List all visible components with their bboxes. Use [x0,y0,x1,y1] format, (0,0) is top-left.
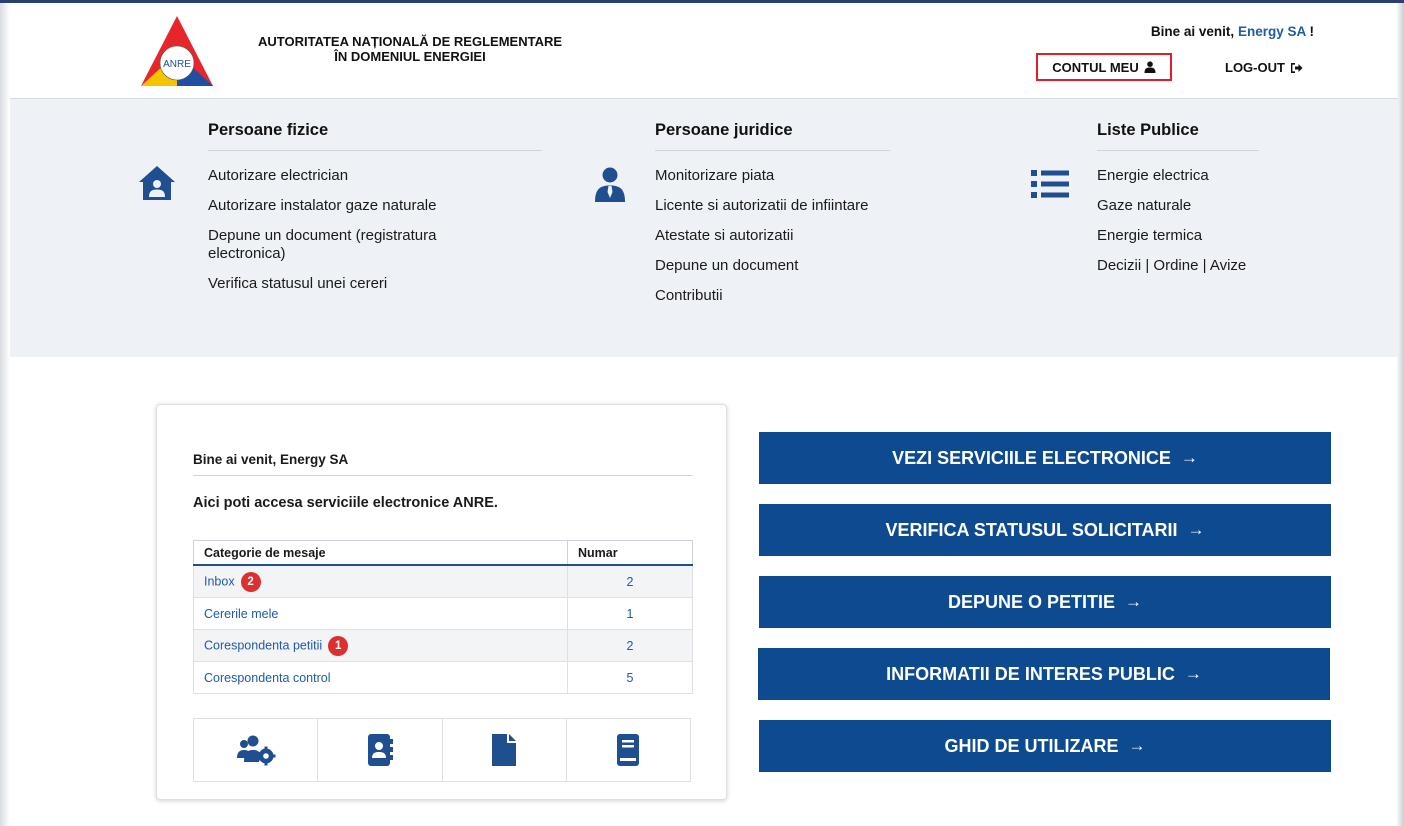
address-book-button[interactable] [318,719,443,781]
nav-link-atestate-autorizatii[interactable]: Atestate si autorizatii [655,227,890,245]
public-information-button[interactable]: INFORMATII DE INTERES PUBLIC → [758,648,1330,700]
card-title: Bine ai venit, Energy SA [193,452,693,476]
welcome-message: Bine ai venit, Energy SA ! [1151,24,1314,39]
nav-column-persoane-fizice: Persoane fizice Autorizare electrician A… [208,121,542,305]
nav-column-liste-publice: Liste Publice Energie electrica Gaze nat… [1097,121,1259,287]
document-button[interactable] [443,719,567,781]
logout-label: LOG-OUT [1225,60,1285,75]
nav-link-decizii-ordine-avize[interactable]: Decizii | Ordine | Avize [1097,257,1259,275]
nav-link-verifica-status[interactable]: Verifica statusul unei cereri [208,275,542,293]
users-settings-icon [236,735,276,766]
welcome-card: Bine ai venit, Energy SA Aici poti acces… [156,404,727,800]
address-book-icon [367,734,393,766]
messages-table: Categorie de mesaje Numar Inbox 2 2 Cerer… [193,540,693,694]
nav-column-persoane-juridice: Persoane juridice Monitorizare piata Lic… [655,121,890,317]
table-row: Inbox 2 2 [193,564,693,598]
row-count-cell: 5 [567,661,693,694]
row-count-cell: 2 [567,564,693,598]
row-category-cell: Inbox 2 [193,564,568,598]
nav-link-autorizare-electrician[interactable]: Autorizare electrician [208,167,542,185]
inbox-link[interactable]: Inbox [204,574,235,588]
welcome-prefix: Bine ai venit, [1150,24,1235,39]
logo-text: ANRE [163,59,191,70]
sign-out-icon [1290,62,1303,73]
my-account-button[interactable]: CONTUL MEU [1036,53,1172,81]
nav-link-contributii[interactable]: Contributii [655,287,890,305]
nav-link-energie-electrica[interactable]: Energie electrica [1097,167,1259,185]
arrow-right-icon: → [1187,520,1205,539]
corespondenta-petitii-link[interactable]: Corespondenta petitii [204,638,322,652]
nav-heading-persoane-fizice: Persoane fizice [208,121,542,151]
button-label: DEPUNE O PETITIE [947,591,1116,612]
book-button[interactable] [567,719,690,781]
nav-link-depune-document[interactable]: Depune un document [655,257,890,275]
org-name-line2: ÎN DOMENIUL ENERGIEI [334,49,486,64]
row-count-cell: 1 [567,597,693,630]
top-border [0,0,1404,3]
table-header-row: Categorie de mesaje Numar [193,540,693,566]
nav-link-licente-autorizatii[interactable]: Licente si autorizatii de infiintare [655,197,890,215]
nav-link-monitorizare-piata[interactable]: Monitorizare piata [655,167,890,185]
nav-link-autorizare-instalator[interactable]: Autorizare instalator gaze naturale [208,197,542,215]
submit-petition-button[interactable]: DEPUNE O PETITIE → [759,576,1331,628]
column-header-category: Categorie de mesaje [193,540,568,566]
logout-button[interactable]: LOG-OUT [1225,60,1303,75]
arrow-right-icon: → [1128,736,1146,755]
list-icon [1031,170,1069,198]
notification-badge: 1 [328,635,349,656]
table-row: Corespondenta control 5 [193,661,693,694]
arrow-right-icon: → [1184,664,1202,683]
navigation-band: Persoane fizice Autorizare electrician A… [10,98,1398,357]
row-category-cell: Corespondenta petitii 1 [193,629,568,662]
button-label: VERIFICA STATUSUL SOLICITARII [885,519,1178,540]
org-name-line1: AUTORITATEA NAȚIONALĂ DE REGLEMENTARE [257,34,563,49]
corespondenta-control-link[interactable]: Corespondenta control [204,671,330,685]
view-electronic-services-button[interactable]: VEZI SERVICIILE ELECTRONICE → [759,432,1331,484]
table-row: Cererile mele 1 [193,597,693,630]
row-count-cell: 2 [567,629,693,662]
user-icon [1144,61,1156,73]
nav-link-gaze-naturale[interactable]: Gaze naturale [1097,197,1259,215]
arrow-right-icon: → [1125,592,1143,611]
my-account-label: CONTUL MEU [1052,59,1139,75]
card-subtitle: Aici poti accesa serviciile electronice … [193,495,498,511]
welcome-suffix: ! [1309,24,1315,39]
nav-heading-persoane-juridice: Persoane juridice [655,121,890,151]
business-person-icon [595,167,625,202]
arrow-right-icon: → [1180,448,1198,467]
quick-actions-row [193,718,691,782]
notification-badge: 2 [240,571,261,592]
button-label: INFORMATII DE INTERES PUBLIC [886,663,1175,684]
cererile-mele-link[interactable]: Cererile mele [204,607,278,621]
anre-logo[interactable]: ANRE [139,14,215,88]
page-left-shadow [0,0,10,826]
row-category-cell: Cererile mele [193,597,568,630]
column-header-count: Numar [567,540,693,566]
check-request-status-button[interactable]: VERIFICA STATUSUL SOLICITARII → [759,504,1331,556]
button-label: VEZI SERVICIILE ELECTRONICE [892,447,1171,468]
users-settings-button[interactable] [194,719,319,781]
user-guide-button[interactable]: GHID DE UTILIZARE → [759,720,1331,772]
house-user-icon [139,166,175,200]
row-category-cell: Corespondenta control [193,661,568,694]
org-name: AUTORITATEA NAȚIONALĂ DE REGLEMENTARE ÎN… [230,34,590,64]
button-label: GHID DE UTILIZARE [944,735,1119,756]
table-row: Corespondenta petitii 1 2 [193,629,693,662]
nav-heading-liste-publice: Liste Publice [1097,121,1259,151]
welcome-user: Energy SA [1237,24,1306,39]
nav-link-depune-document-registratura[interactable]: Depune un document (registratura electro… [208,227,498,263]
book-icon [617,734,640,766]
nav-link-energie-termica[interactable]: Energie termica [1097,227,1259,245]
document-icon [492,734,517,766]
